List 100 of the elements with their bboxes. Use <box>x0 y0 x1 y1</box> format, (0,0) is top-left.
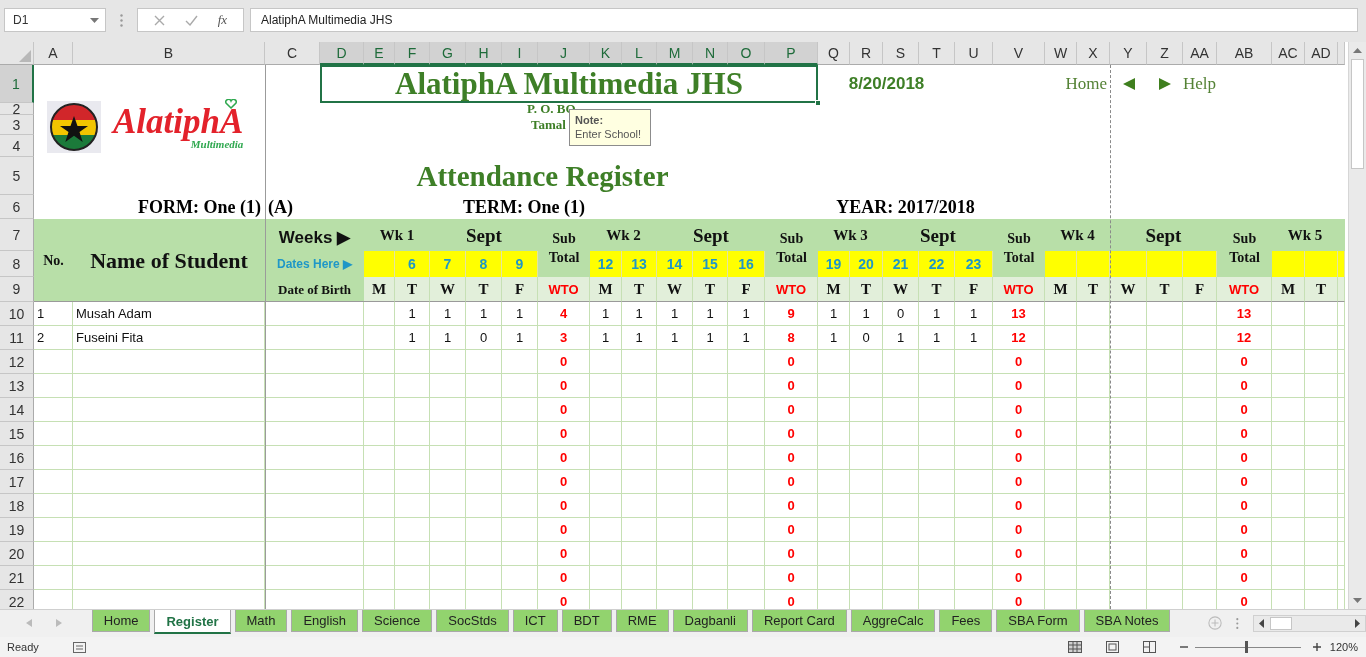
column-header[interactable]: E <box>364 42 395 66</box>
column-header[interactable]: Y <box>1110 42 1147 66</box>
row-header[interactable]: 6 <box>0 195 34 220</box>
previous-sheet-icon[interactable] <box>26 619 32 628</box>
column-header[interactable]: S <box>883 42 919 66</box>
zoom-slider-thumb[interactable] <box>1244 641 1248 653</box>
scroll-right-icon[interactable] <box>1355 619 1360 629</box>
column-header[interactable]: AB <box>1217 42 1272 66</box>
sheet-tab[interactable]: Report Card <box>751 610 847 633</box>
sheet-tab[interactable]: Dagbanli <box>672 610 748 633</box>
column-header[interactable]: AC <box>1272 42 1305 66</box>
zoom-in-icon[interactable] <box>1312 643 1321 651</box>
column-header[interactable]: N <box>693 42 728 66</box>
sheet-tab[interactable]: Fees <box>939 610 993 633</box>
column-header[interactable]: O <box>728 42 765 66</box>
sheet-tab[interactable]: Register <box>154 610 231 635</box>
column-header[interactable]: AD <box>1305 42 1338 66</box>
sheet-tab[interactable]: ICT <box>512 610 558 633</box>
zoom-out-icon[interactable] <box>1179 643 1188 651</box>
row-header[interactable]: 7 <box>0 219 34 252</box>
row-header[interactable]: 9 <box>0 277 34 303</box>
column-header[interactable]: B <box>73 42 265 66</box>
sheet-tab[interactable]: Science <box>362 610 433 633</box>
row-header[interactable]: 5 <box>0 157 34 196</box>
date-cell[interactable] <box>1077 251 1110 278</box>
normal-view-icon[interactable] <box>1067 641 1082 653</box>
column-header[interactable]: V <box>993 42 1045 66</box>
help-link[interactable]: Help <box>1183 65 1272 104</box>
row-header[interactable]: 19 <box>0 518 34 543</box>
column-header[interactable]: F <box>395 42 430 66</box>
select-all-icon[interactable] <box>19 50 31 63</box>
zoom-level[interactable]: 120% <box>1329 641 1358 653</box>
scroll-left-icon[interactable] <box>1259 619 1265 629</box>
column-header[interactable]: R <box>850 42 883 66</box>
column-header[interactable]: AA <box>1183 42 1217 66</box>
row-header[interactable]: 10 <box>0 302 34 327</box>
sheet-tab[interactable]: Math <box>234 610 288 633</box>
date-cell[interactable] <box>1272 251 1305 278</box>
insert-function-button[interactable]: fx <box>217 12 228 29</box>
enter-icon[interactable] <box>184 14 198 26</box>
sheet-tab[interactable]: RME <box>615 610 669 633</box>
column-header[interactable]: W <box>1045 42 1077 66</box>
page-layout-icon[interactable] <box>1105 641 1119 653</box>
column-header[interactable]: G <box>430 42 466 66</box>
sheet-tab[interactable]: BDT <box>561 610 612 633</box>
column-header[interactable]: U <box>955 42 993 66</box>
add-sheet-icon[interactable] <box>1208 615 1223 632</box>
back-arrow-icon[interactable] <box>1122 78 1135 91</box>
forward-arrow-icon[interactable] <box>1159 78 1171 91</box>
column-header[interactable]: K <box>590 42 622 66</box>
grip-icon[interactable] <box>1236 617 1240 631</box>
sheet-tab[interactable]: SBA Notes <box>1083 610 1171 633</box>
row-header[interactable]: 16 <box>0 446 34 471</box>
fill-handle[interactable] <box>815 100 821 107</box>
sheet-tab[interactable]: AggreCalc <box>850 610 936 633</box>
column-header[interactable] <box>1338 42 1345 66</box>
row-header[interactable]: 20 <box>0 542 34 567</box>
date-cell[interactable] <box>1110 251 1147 278</box>
row-header[interactable]: 3 <box>0 115 34 136</box>
row-header[interactable]: 17 <box>0 470 34 495</box>
column-header[interactable]: X <box>1077 42 1110 66</box>
row-header[interactable]: 21 <box>0 566 34 591</box>
scroll-thumb[interactable] <box>1270 617 1293 631</box>
column-header[interactable]: H <box>466 42 502 66</box>
column-header[interactable]: I <box>502 42 538 66</box>
cancel-icon[interactable] <box>153 14 165 26</box>
row-header[interactable]: 2 <box>0 103 34 116</box>
date-cell[interactable] <box>1045 251 1077 278</box>
sheet-tab[interactable]: English <box>291 610 359 633</box>
row-header[interactable]: 11 <box>0 326 34 351</box>
row-header[interactable]: 4 <box>0 135 34 158</box>
next-sheet-icon[interactable] <box>56 619 62 628</box>
row-header[interactable]: 12 <box>0 350 34 375</box>
column-header[interactable]: D <box>320 42 364 66</box>
row-header[interactable]: 15 <box>0 422 34 447</box>
date-cell[interactable] <box>364 251 395 278</box>
row-header[interactable]: 13 <box>0 374 34 399</box>
row-header[interactable]: 18 <box>0 494 34 519</box>
date-cell[interactable] <box>1183 251 1217 278</box>
column-header[interactable]: A <box>34 42 73 66</box>
date-cell[interactable] <box>1305 251 1338 278</box>
name-box[interactable]: D1 <box>4 8 106 33</box>
page-break-icon[interactable] <box>1142 641 1156 653</box>
column-header[interactable]: T <box>919 42 955 66</box>
column-header[interactable]: C <box>265 42 320 66</box>
row-header[interactable]: 22 <box>0 590 34 610</box>
row-header[interactable]: 14 <box>0 398 34 423</box>
scroll-thumb[interactable] <box>1351 59 1364 170</box>
home-link[interactable]: Home <box>1045 65 1110 104</box>
column-header[interactable]: L <box>622 42 657 66</box>
school-name[interactable]: AlatiphA Multimedia JHS <box>320 65 818 104</box>
formula-field[interactable]: AlatiphA Multimedia JHS <box>250 8 1358 33</box>
column-header[interactable]: P <box>765 42 818 66</box>
vertical-scrollbar[interactable] <box>1348 42 1366 610</box>
sheet-tab[interactable]: Home <box>91 610 151 633</box>
date-cell[interactable] <box>1147 251 1183 278</box>
scroll-up-icon[interactable] <box>1353 48 1362 54</box>
macro-record-icon[interactable] <box>72 641 86 653</box>
row-header[interactable]: 1 <box>0 65 34 104</box>
column-header[interactable]: J <box>538 42 590 66</box>
